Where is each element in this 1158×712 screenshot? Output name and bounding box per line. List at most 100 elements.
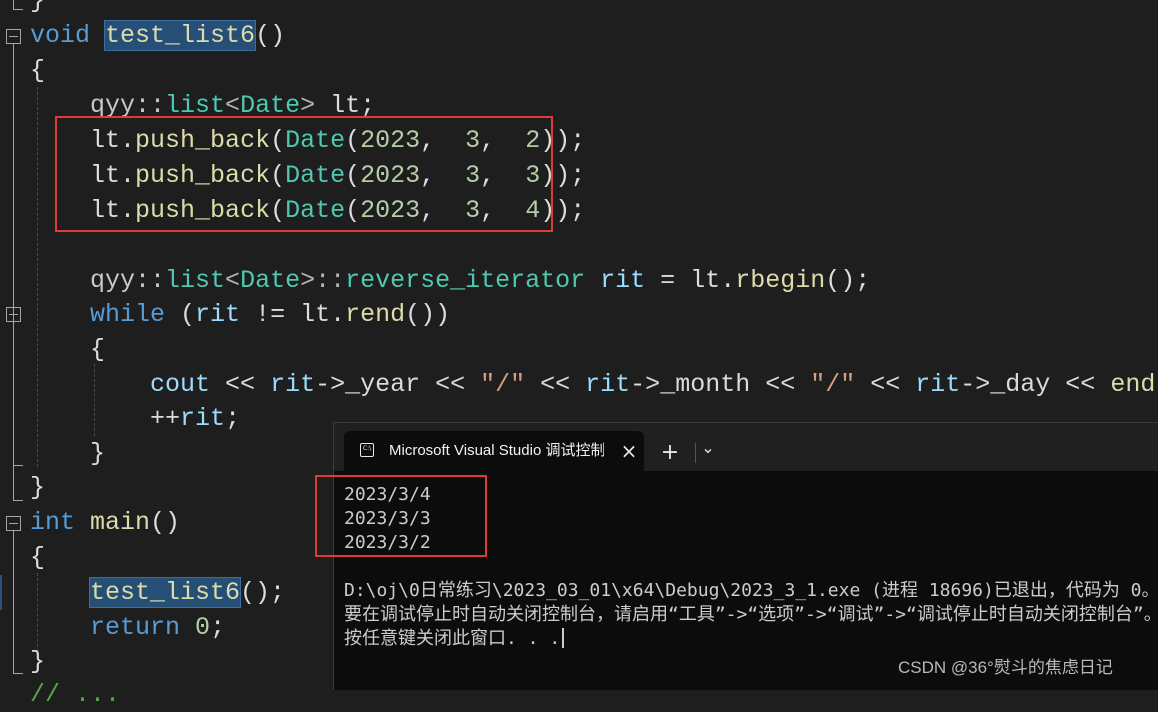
- cout: cout: [150, 370, 211, 399]
- method-rend: rend: [345, 300, 406, 329]
- fold-toggle-icon[interactable]: [6, 516, 21, 531]
- namespace: qyy::: [90, 266, 166, 295]
- fold-toggle-icon[interactable]: [6, 29, 21, 44]
- comma: ,: [420, 126, 466, 155]
- dot: .: [120, 196, 136, 225]
- dot: .: [720, 266, 736, 295]
- new-tab-icon[interactable]: +: [656, 439, 684, 467]
- member-day: _day: [990, 370, 1051, 399]
- dot: .: [120, 126, 136, 155]
- var-rit: rit: [270, 370, 316, 399]
- watermark: CSDN @36°熨斗的焦虑日记: [898, 658, 1113, 677]
- angle-open: <: [225, 266, 241, 295]
- code-line: lt.push_back(Date(2023, 3, 4));: [30, 193, 585, 228]
- fold-toggle-icon[interactable]: [6, 307, 21, 322]
- keyword-void: void: [30, 21, 91, 50]
- open-brace: {: [90, 335, 106, 364]
- text-cursor: [562, 628, 565, 648]
- obj: lt: [90, 161, 121, 190]
- fold-line: [13, 0, 14, 9]
- operator-stream: <<: [420, 370, 481, 399]
- keyword-int: int: [30, 508, 76, 537]
- number: 2023: [360, 161, 421, 190]
- function-call-highlighted[interactable]: test_list6: [89, 577, 242, 608]
- type-date: Date: [240, 91, 301, 120]
- method-rbegin: rbegin: [735, 266, 826, 295]
- number: 3: [525, 161, 541, 190]
- code-line: {: [30, 332, 105, 367]
- comma: ,: [480, 161, 526, 190]
- comment: // ...: [30, 680, 121, 709]
- code-line: lt.push_back(Date(2023, 3, 3));: [30, 158, 585, 193]
- fold-end: [13, 500, 23, 501]
- var-rit: rit: [915, 370, 961, 399]
- number: 2023: [360, 196, 421, 225]
- angle-close-scope: >::: [300, 266, 346, 295]
- code-line: qyy::list<Date> lt;: [30, 88, 375, 123]
- member-month: _month: [660, 370, 751, 399]
- chevron-down-icon[interactable]: ⌄: [698, 439, 718, 467]
- prompt-line: 按任意键关闭此窗口. . .: [344, 627, 565, 651]
- arrow: ->: [315, 370, 346, 399]
- console-tab-title: Microsoft Visual Studio 调试控制台: [389, 442, 604, 459]
- type-date: Date: [285, 161, 346, 190]
- code-line-current: test_list6();: [30, 575, 285, 610]
- console-tab[interactable]: C:\ Microsoft Visual Studio 调试控制台 ×: [344, 431, 644, 471]
- code-line: return 0;: [30, 610, 225, 645]
- number: 2: [525, 126, 541, 155]
- output-line: 2023/3/2: [344, 532, 431, 553]
- obj: lt: [90, 196, 121, 225]
- number: 3: [465, 126, 481, 155]
- paren: (: [270, 161, 286, 190]
- var-rit: rit: [180, 404, 226, 433]
- semicolon: ;: [210, 613, 226, 642]
- function-name-selected[interactable]: test_list6: [104, 20, 257, 51]
- paren: (: [165, 300, 196, 329]
- statement-end: ();: [825, 266, 871, 295]
- method-push-back: push_back: [135, 196, 271, 225]
- paren: (: [345, 196, 361, 225]
- var-rit: rit: [195, 300, 241, 329]
- angle-close: >: [300, 91, 316, 120]
- keyword-return: return: [90, 613, 181, 642]
- fold-end: [13, 465, 23, 466]
- operator-stream: <<: [855, 370, 916, 399]
- code-line: }: [30, 0, 45, 18]
- open-brace: {: [30, 56, 46, 85]
- close-brace: }: [90, 439, 106, 468]
- type-reverse-iterator: reverse_iterator: [345, 266, 586, 295]
- close-brace: }: [30, 647, 46, 676]
- paren: (: [270, 126, 286, 155]
- comma: ,: [420, 161, 466, 190]
- code-line: {: [30, 540, 45, 575]
- code-line: ++rit;: [30, 401, 240, 436]
- terminal-icon: C:\: [360, 443, 374, 457]
- endl: endl: [1110, 370, 1158, 399]
- method-push-back: push_back: [135, 126, 271, 155]
- code-line: cout << rit->_year << "/" << rit->_month…: [30, 367, 1158, 402]
- debug-console-window[interactable]: C:\ Microsoft Visual Studio 调试控制台 × + ⌄ …: [333, 422, 1158, 690]
- operator-stream: <<: [525, 370, 586, 399]
- var-rit: rit: [585, 266, 646, 295]
- arrow: ->: [630, 370, 661, 399]
- exit-status-line: D:\oj\0日常练习\2023_03_01\x64\Debug\2023_3_…: [344, 580, 1158, 601]
- code-line: lt.push_back(Date(2023, 3, 2));: [30, 123, 585, 158]
- fold-line: [13, 322, 14, 465]
- number: 0: [195, 613, 211, 642]
- type-date: Date: [285, 196, 346, 225]
- prompt-text: 按任意键关闭此窗口. . .: [344, 628, 561, 649]
- fold-end: [13, 9, 23, 10]
- open-brace: {: [30, 543, 46, 572]
- string-literal: "/": [810, 370, 856, 399]
- obj: lt: [690, 266, 721, 295]
- number: 3: [465, 196, 481, 225]
- close-icon[interactable]: ×: [618, 439, 640, 463]
- obj: lt: [300, 300, 331, 329]
- number: 3: [465, 161, 481, 190]
- paren: (: [345, 126, 361, 155]
- code-line: }: [30, 470, 45, 505]
- semicolon: ;: [225, 404, 241, 433]
- comma: ,: [480, 196, 526, 225]
- member-year: _year: [345, 370, 421, 399]
